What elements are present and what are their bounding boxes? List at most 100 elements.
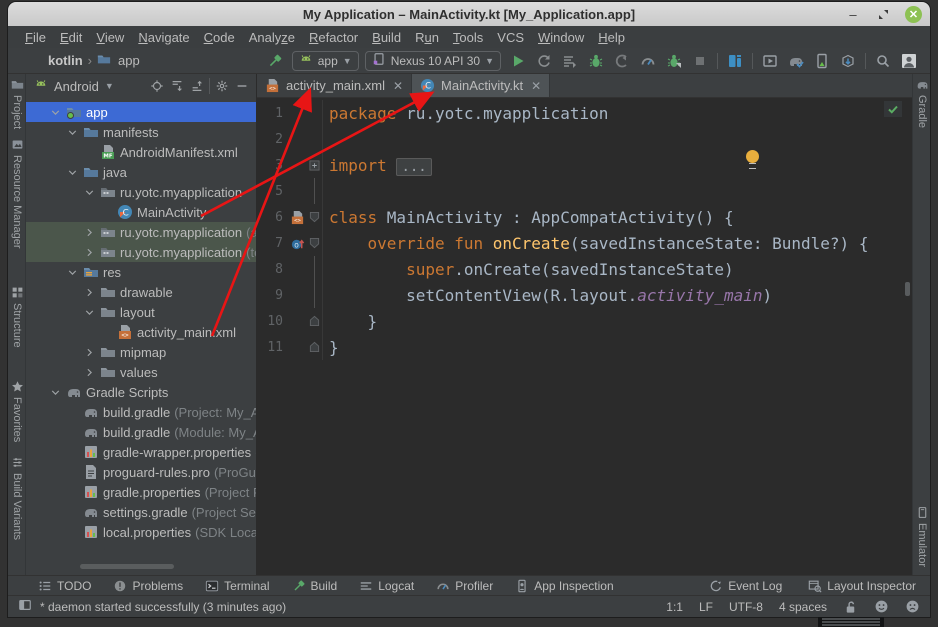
toolwindow-build[interactable]: Build [292,579,338,593]
close-button[interactable]: ✕ [905,6,922,23]
restore-button[interactable] [875,6,891,22]
sdk-manager-button[interactable] [837,50,859,72]
menu-run[interactable]: Run [408,30,446,45]
tool-strip-emulator[interactable]: Emulator [913,506,931,567]
code-line-7[interactable]: 7o override fun onCreate(savedInstanceSt… [257,230,912,256]
menu-help[interactable]: Help [591,30,632,45]
intention-bulb-icon[interactable] [746,150,759,163]
toolwindow-todo[interactable]: TODO [38,579,91,593]
chevron-down-icon[interactable]: ▼ [105,81,114,91]
status-message[interactable]: * daemon started successfully (3 minutes… [40,600,286,614]
xml-file-gutter-icon[interactable]: <> [287,210,307,225]
chevron-down-icon[interactable] [66,126,79,139]
tree-item-ru-yotc-myapplication[interactable]: ru.yotc.myapplication(an [26,222,256,242]
fold-marker[interactable] [307,204,323,230]
tool-strip-build-variants[interactable]: Build Variants [8,456,26,540]
search-button[interactable] [872,50,894,72]
status-encoding[interactable]: UTF-8 [729,600,763,614]
apply-profile-button[interactable] [611,50,633,72]
locate-button[interactable] [147,76,167,96]
code-line-8[interactable]: 8 super.onCreate(savedInstanceState) [257,256,912,282]
tool-strip-resource-manager[interactable]: Resource Manager [8,138,26,249]
expand-all-button[interactable] [167,76,187,96]
close-icon[interactable]: ✕ [531,79,541,93]
sad-face-button[interactable] [905,599,920,614]
tree-item-activity-main-xml[interactable]: <>activity_main.xml [26,322,256,342]
menu-vcs[interactable]: VCS [490,30,531,45]
tree-item-proguard-rules-pro[interactable]: proguard-rules.pro(ProGuar [26,462,256,482]
menu-navigate[interactable]: Navigate [131,30,196,45]
tree-item-drawable[interactable]: drawable [26,282,256,302]
tree-item-gradle-wrapper-properties[interactable]: gradle-wrapper.properties(G [26,442,256,462]
tree-item-mainactivity[interactable]: CMainActivity [26,202,256,222]
title-bar[interactable]: My Application – MainActivity.kt [My_App… [8,2,930,26]
toolwindow-app-inspection[interactable]: App Inspection [515,579,613,593]
code-line-11[interactable]: 11} [257,334,912,360]
chevron-down-icon[interactable] [83,186,96,199]
minimize-button[interactable]: – [845,6,861,22]
fold-marker[interactable] [307,308,323,334]
fold-marker[interactable] [307,334,323,360]
collapse-all-button[interactable] [187,76,207,96]
chevron-right-icon[interactable] [83,346,96,359]
code-line-6[interactable]: 6<>class MainActivity : AppCompatActivit… [257,204,912,230]
tool-strip-project[interactable]: Project [8,78,26,129]
unlock-button[interactable] [843,599,858,614]
tree-item-ru-yotc-myapplication[interactable]: ru.yotc.myapplication [26,182,256,202]
run-button[interactable] [507,50,529,72]
menu-window[interactable]: Window [531,30,591,45]
tree-item-res[interactable]: res [26,262,256,282]
close-icon[interactable]: ✕ [393,79,403,93]
tree-item-build-gradle[interactable]: build.gradle(Module: My_Ap [26,422,256,442]
chevron-down-icon[interactable] [83,306,96,319]
chevron-down-icon[interactable] [66,166,79,179]
menu-file[interactable]: File [18,30,53,45]
menu-code[interactable]: Code [197,30,242,45]
run-configuration-select[interactable]: app ▼ [292,51,359,71]
apply-changes-button[interactable] [559,50,581,72]
tree-item-manifests[interactable]: manifests [26,122,256,142]
tool-strip-gradle[interactable]: Gradle [913,78,931,128]
code-line-9[interactable]: 9 setContentView(R.layout.activity_main) [257,282,912,308]
chevron-down-icon[interactable] [66,266,79,279]
fold-marker[interactable] [307,152,323,178]
code-line-2[interactable]: 2 [257,126,912,152]
device-select[interactable]: Nexus 10 API 30 ▼ [365,51,501,71]
tool-window-toggle-icon[interactable] [18,598,32,615]
tool-strip-favorites[interactable]: Favorites [8,380,26,442]
tree-item-build-gradle[interactable]: build.gradle(Project: My_Ap [26,402,256,422]
chevron-right-icon[interactable] [83,286,96,299]
menu-refactor[interactable]: Refactor [302,30,365,45]
tree-item-ru-yotc-myapplication[interactable]: ru.yotc.myapplication(tes [26,242,256,262]
horizontal-scrollbar[interactable] [80,564,174,569]
menu-analyze[interactable]: Analyze [242,30,302,45]
debug-button[interactable] [585,50,607,72]
tree-item-java[interactable]: java [26,162,256,182]
tree-item-gradle-properties[interactable]: gradle.properties(Project Pr [26,482,256,502]
breadcrumb-module[interactable]: app [118,53,140,68]
chevron-right-icon[interactable] [83,366,96,379]
tab-activity-main-xml[interactable]: <>activity_main.xml✕ [257,74,412,97]
menu-edit[interactable]: Edit [53,30,89,45]
settings-button[interactable] [212,76,232,96]
layout-inspector-phone-button[interactable] [811,50,833,72]
toolwindow-layout-inspector[interactable]: Layout Inspector [808,579,916,593]
tree-item-gradle-scripts[interactable]: Gradle Scripts [26,382,256,402]
code-line-3[interactable]: 3import ... [257,152,912,178]
build-button[interactable] [264,50,286,72]
tab-mainactivity-kt[interactable]: CMainActivity.kt✕ [412,74,550,97]
chevron-down-icon[interactable] [49,106,62,119]
stop-button[interactable] [689,50,711,72]
project-view-selector[interactable]: Android [54,79,99,94]
breadcrumb-root[interactable]: kotlin [48,53,83,68]
toolwindow-event-log[interactable]: Event Log [709,579,782,593]
avd-button[interactable] [759,50,781,72]
chevron-down-icon[interactable] [49,386,62,399]
tree-item-settings-gradle[interactable]: settings.gradle(Project Setti [26,502,256,522]
rerun-button[interactable] [533,50,555,72]
attach-debugger-button[interactable] [663,50,685,72]
avatar-button[interactable] [898,50,920,72]
toolwindow-logcat[interactable]: Logcat [359,579,414,593]
code-line-5[interactable]: 5 [257,178,912,204]
status-indent[interactable]: 4 spaces [779,600,827,614]
